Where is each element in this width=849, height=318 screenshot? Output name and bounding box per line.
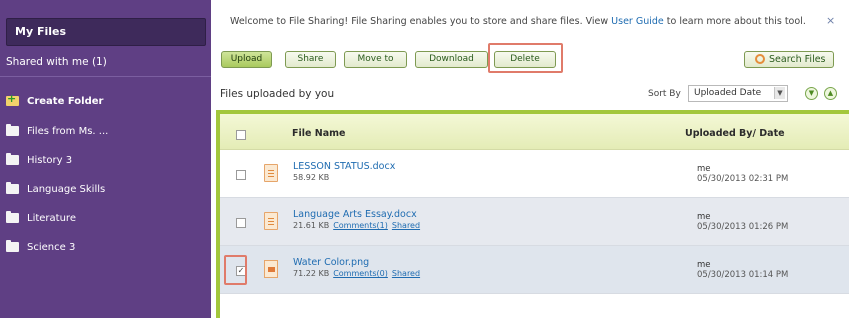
delete-highlight-box xyxy=(488,43,563,73)
sidebar-folder-language-skills[interactable]: Language Skills xyxy=(6,181,105,197)
share-button[interactable]: Share xyxy=(285,51,336,68)
shared-link[interactable]: Shared xyxy=(392,221,420,230)
select-all-checkbox[interactable] xyxy=(236,130,246,140)
search-icon xyxy=(755,54,765,64)
sidebar-item-label: History 3 xyxy=(27,154,73,166)
folder-icon xyxy=(6,240,19,252)
sidebar-folder-history-3[interactable]: History 3 xyxy=(6,152,72,168)
create-folder-button[interactable]: Create Folder xyxy=(6,92,104,109)
search-files-label: Search Files xyxy=(769,54,826,65)
welcome-text: Welcome to File Sharing! File Sharing en… xyxy=(230,16,612,27)
search-files-button[interactable]: Search Files xyxy=(744,51,834,68)
files-table: File Name Uploaded By/ Date LESSON STATU… xyxy=(216,110,849,318)
upload-button[interactable]: Upload xyxy=(221,51,272,68)
welcome-message: Welcome to File Sharing! File Sharing en… xyxy=(230,16,806,27)
welcome-text-end: to learn more about this tool. xyxy=(663,16,806,27)
upload-date: 05/30/2013 01:26 PM xyxy=(697,222,789,232)
column-header-uploaded[interactable]: Uploaded By/ Date xyxy=(685,128,785,139)
sort-by-label: Sort By xyxy=(648,89,681,99)
file-name-link[interactable]: LESSON STATUS.docx xyxy=(293,161,395,172)
files-heading: Files uploaded by you xyxy=(220,88,335,100)
user-guide-link[interactable]: User Guide xyxy=(611,16,664,27)
sort-selected-value: Uploaded Date xyxy=(694,88,762,98)
folder-icon xyxy=(6,124,19,136)
download-button[interactable]: Download xyxy=(415,51,488,68)
sidebar-item-my-files[interactable]: My Files xyxy=(6,18,206,46)
comments-link[interactable]: Comments(1) xyxy=(333,221,388,230)
comments-link[interactable]: Comments(0) xyxy=(333,269,388,278)
table-row[interactable]: Language Arts Essay.docx 21.61 KB Comment… xyxy=(220,198,849,246)
file-meta: 58.92 KB xyxy=(293,173,329,182)
file-size: 58.92 KB xyxy=(293,173,330,182)
sidebar-divider xyxy=(0,76,211,77)
column-header-file-name[interactable]: File Name xyxy=(292,128,345,139)
chevron-down-icon: ▼ xyxy=(774,87,785,99)
sidebar-item-label: Language Skills xyxy=(27,183,106,195)
create-folder-icon xyxy=(6,92,19,106)
folder-icon xyxy=(6,153,19,165)
row-checkbox[interactable] xyxy=(236,170,246,180)
folder-icon xyxy=(6,182,19,194)
sidebar-item-label: Create Folder xyxy=(27,95,104,107)
file-meta: 21.61 KB Comments(1) Shared xyxy=(293,221,420,230)
table-row[interactable]: ✓ Water Color.png 71.22 KB Comments(0) Sha… xyxy=(220,246,849,294)
file-size: 71.22 KB xyxy=(293,269,330,278)
table-header: File Name Uploaded By/ Date xyxy=(220,114,849,150)
shared-link[interactable]: Shared xyxy=(392,269,420,278)
uploaded-by: me xyxy=(697,212,711,222)
move-to-button[interactable]: Move to xyxy=(344,51,407,68)
sort-select[interactable]: Uploaded Date ▼ xyxy=(688,85,788,102)
sidebar-folder-science-3[interactable]: Science 3 xyxy=(6,239,75,255)
sidebar-item-label: Files from Ms. ... xyxy=(27,125,109,137)
document-icon xyxy=(264,164,278,182)
row-checkbox[interactable] xyxy=(236,218,246,228)
document-icon xyxy=(264,212,278,230)
upload-date: 05/30/2013 02:31 PM xyxy=(697,174,789,184)
sort-ascending-button[interactable]: ▲ xyxy=(824,87,837,100)
table-row[interactable]: LESSON STATUS.docx 58.92 KB me 05/30/201… xyxy=(220,150,849,198)
close-icon[interactable]: × xyxy=(826,14,835,27)
file-meta: 71.22 KB Comments(0) Shared xyxy=(293,269,420,278)
sidebar-item-label: Literature xyxy=(27,212,76,224)
checkbox-highlight-box xyxy=(224,255,247,285)
sidebar-folder-literature[interactable]: Literature xyxy=(6,210,76,226)
file-name-link[interactable]: Language Arts Essay.docx xyxy=(293,209,417,220)
uploaded-by: me xyxy=(697,164,711,174)
folder-icon xyxy=(6,211,19,223)
file-name-link[interactable]: Water Color.png xyxy=(293,257,369,268)
uploaded-by: me xyxy=(697,260,711,270)
sidebar-folder-files-from-ms[interactable]: Files from Ms. ... xyxy=(6,123,108,139)
sidebar-item-label: Science 3 xyxy=(27,241,76,253)
image-file-icon xyxy=(264,260,278,278)
sidebar-item-shared-with-me[interactable]: Shared with me (1) xyxy=(6,56,107,68)
file-size: 21.61 KB xyxy=(293,221,330,230)
sidebar: My Files Shared with me (1) Create Folde… xyxy=(0,0,211,318)
sort-descending-button[interactable]: ▼ xyxy=(805,87,818,100)
upload-date: 05/30/2013 01:14 PM xyxy=(697,270,789,280)
